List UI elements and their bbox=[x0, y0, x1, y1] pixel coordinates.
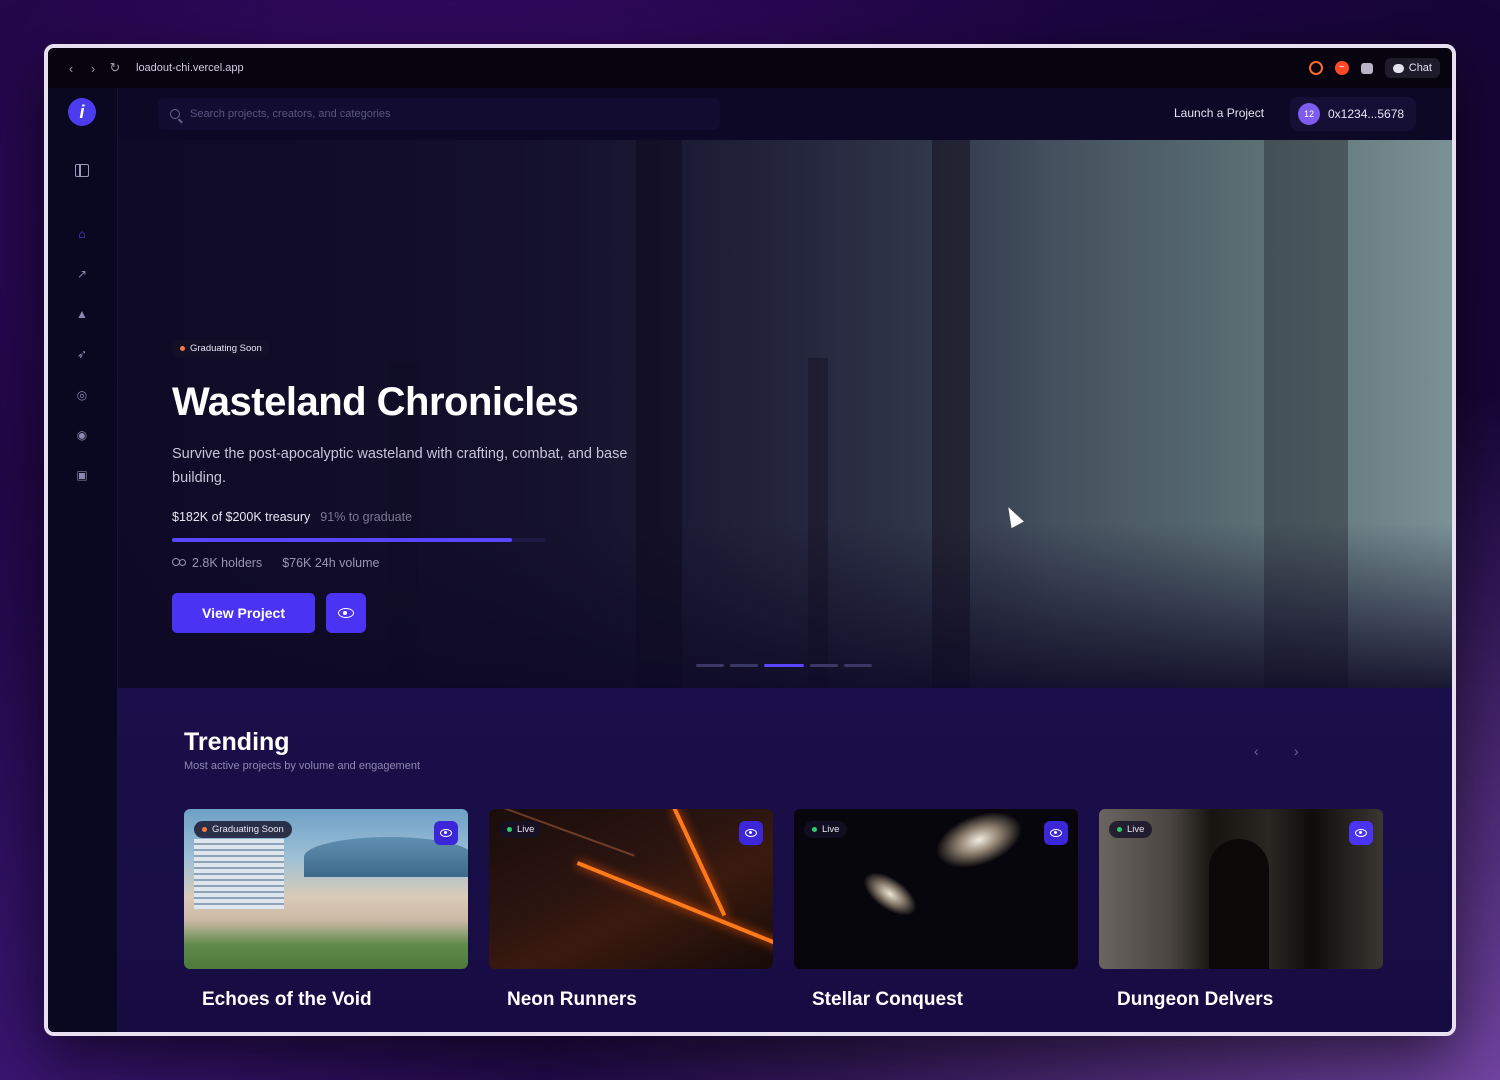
watch-button[interactable] bbox=[326, 593, 366, 633]
holders-count: 2.8K holders bbox=[192, 556, 263, 570]
project-card[interactable]: Live Stellar Conquest bbox=[794, 809, 1078, 1011]
address-bar[interactable]: loadout-chi.vercel.app bbox=[136, 62, 244, 74]
status-badge-label: Graduating Soon bbox=[190, 343, 262, 354]
status-badge: Live bbox=[804, 821, 848, 838]
status-badge: Live bbox=[499, 821, 543, 838]
watch-button[interactable] bbox=[434, 821, 458, 845]
extension-ring-icon[interactable] bbox=[1308, 61, 1323, 75]
eye-icon[interactable]: ◉ bbox=[74, 427, 90, 443]
sidebar: i ⌂ ↗ ▲ ➶ ◎ ◉ ▣ bbox=[48, 88, 118, 1032]
card-image: Live bbox=[1099, 809, 1383, 969]
app-root: i ⌂ ↗ ▲ ➶ ◎ ◉ ▣ Search projects, creator… bbox=[48, 88, 1452, 1032]
home-icon[interactable]: ⌂ bbox=[74, 226, 90, 242]
section-subtitle: Most active projects by volume and engag… bbox=[184, 760, 421, 772]
status-badge: Graduating Soon bbox=[172, 340, 270, 357]
status-dot bbox=[180, 346, 185, 351]
wallet-button[interactable]: 12 0x1234...5678 bbox=[1290, 97, 1417, 131]
next-arrow-icon[interactable]: › bbox=[1294, 743, 1299, 759]
status-badge-label: Live bbox=[822, 824, 840, 835]
card-image: Graduating Soon bbox=[184, 809, 468, 969]
panel-toggle-icon[interactable] bbox=[74, 164, 90, 180]
card-title: Dungeon Delvers bbox=[1117, 989, 1274, 1010]
gift-icon[interactable]: ▣ bbox=[74, 467, 90, 483]
eye-icon bbox=[1355, 829, 1367, 837]
treasury-amount: $182K of $200K treasury bbox=[172, 510, 311, 524]
card-image: Live bbox=[794, 809, 1078, 969]
reload-icon[interactable]: ↻ bbox=[104, 60, 126, 76]
trending-section: Trending Most active projects by volume … bbox=[118, 688, 1452, 1032]
project-card[interactable]: Live Dungeon Delvers bbox=[1099, 809, 1383, 1011]
status-badge-label: Graduating Soon bbox=[212, 824, 284, 835]
prev-arrow-icon[interactable]: ‹ bbox=[1254, 743, 1259, 759]
project-card[interactable]: Graduating Soon Echoes of the Void bbox=[184, 809, 468, 1011]
hero-banner: Graduating Soon Wasteland Chronicles Sur… bbox=[118, 140, 1452, 688]
status-dot bbox=[1117, 827, 1122, 832]
logo[interactable]: i bbox=[68, 98, 96, 126]
top-bar: Search projects, creators, and categorie… bbox=[118, 88, 1452, 140]
trending-icon[interactable]: ↗ bbox=[74, 266, 90, 282]
eye-icon bbox=[440, 829, 452, 837]
status-badge-label: Live bbox=[1127, 824, 1145, 835]
graduation-icon[interactable]: ▲ bbox=[74, 306, 90, 322]
carousel-dot[interactable] bbox=[730, 664, 758, 667]
view-project-button[interactable]: View Project bbox=[172, 593, 315, 633]
hero-description: Survive the post-apocalyptic wasteland w… bbox=[172, 446, 628, 486]
chat-label: Chat bbox=[1408, 62, 1432, 74]
back-icon[interactable]: ‹ bbox=[60, 61, 82, 76]
search-placeholder: Search projects, creators, and categorie… bbox=[190, 108, 391, 120]
forward-icon[interactable]: › bbox=[82, 61, 104, 76]
carousel-dot[interactable] bbox=[844, 664, 872, 667]
project-card[interactable]: Live Neon Runners bbox=[489, 809, 773, 1011]
browser-toolbar: ‹ › ↻ loadout-chi.vercel.app − Chat bbox=[48, 48, 1452, 88]
watch-button[interactable] bbox=[1044, 821, 1068, 845]
chat-button[interactable]: Chat bbox=[1384, 58, 1440, 78]
watch-button[interactable] bbox=[739, 821, 763, 845]
progress-fill bbox=[172, 538, 513, 542]
status-dot bbox=[507, 827, 512, 832]
card-image: Live bbox=[489, 809, 773, 969]
launch-project-link[interactable]: Launch a Project bbox=[1174, 106, 1264, 120]
holders-icon bbox=[172, 557, 186, 569]
graduation-progress-bar bbox=[172, 538, 546, 542]
carousel-dot[interactable] bbox=[810, 664, 838, 667]
chat-bubble-icon bbox=[1392, 63, 1404, 73]
status-badge-label: Live bbox=[517, 824, 535, 835]
eye-icon bbox=[338, 608, 354, 618]
carousel-indicator bbox=[696, 664, 872, 667]
watch-button[interactable] bbox=[1349, 821, 1373, 845]
search-icon bbox=[170, 109, 180, 119]
browser-window: ‹ › ↻ loadout-chi.vercel.app − Chat i ⌂ … bbox=[44, 44, 1456, 1036]
wallet-address: 0x1234...5678 bbox=[1328, 107, 1405, 121]
search-input[interactable]: Search projects, creators, and categorie… bbox=[158, 98, 720, 130]
hero-stats: 2.8K holders $76K 24h volume bbox=[172, 556, 379, 570]
treasury-line: $182K of $200K treasury 91% to graduate bbox=[172, 510, 412, 524]
carousel-dot[interactable] bbox=[764, 664, 804, 667]
eye-icon bbox=[1050, 829, 1062, 837]
card-title: Neon Runners bbox=[507, 989, 637, 1010]
extension-red-icon[interactable]: − bbox=[1334, 61, 1349, 75]
status-dot bbox=[202, 827, 207, 832]
compass-icon[interactable]: ◎ bbox=[74, 387, 90, 403]
extension-bag-icon[interactable] bbox=[1360, 62, 1373, 74]
card-title: Stellar Conquest bbox=[812, 989, 963, 1010]
graduate-percent: 91% to graduate bbox=[320, 510, 413, 524]
rocket-icon[interactable]: ➶ bbox=[74, 346, 90, 362]
status-dot bbox=[812, 827, 817, 832]
carousel-dot[interactable] bbox=[696, 664, 724, 667]
section-title: Trending bbox=[184, 728, 290, 756]
status-badge: Graduating Soon bbox=[194, 821, 292, 838]
eye-icon bbox=[745, 829, 757, 837]
hero-title: Wasteland Chronicles bbox=[172, 380, 579, 424]
volume-24h: $76K 24h volume bbox=[282, 556, 380, 570]
status-badge: Live bbox=[1109, 821, 1153, 838]
avatar: 12 bbox=[1298, 103, 1320, 125]
card-title: Echoes of the Void bbox=[202, 989, 372, 1010]
